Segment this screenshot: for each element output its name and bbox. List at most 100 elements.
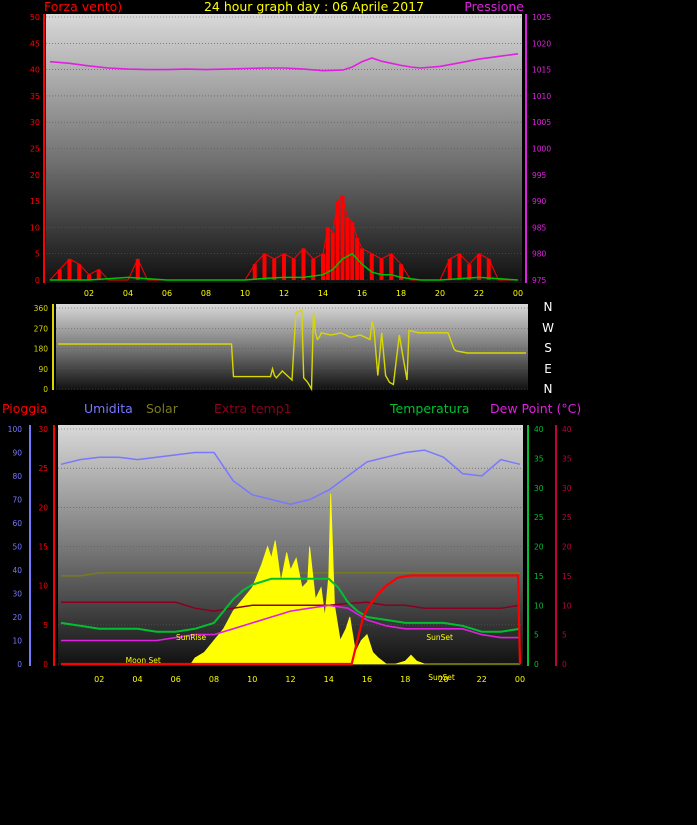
wind-gust-bar [345, 216, 350, 280]
humidity-tick-label: 30 [12, 590, 22, 599]
dewpoint-tick-label: 25 [562, 513, 572, 522]
dewpoint-tick-label: 0 [562, 660, 567, 669]
wind-x-tick-label: 12 [279, 289, 289, 298]
dewpoint-tick-label: 5 [562, 631, 567, 640]
wind-gust-bar [350, 222, 355, 280]
wind-x-tick-label: 06 [162, 289, 172, 298]
wind-gust-bar [330, 232, 335, 280]
direction-tick-label: 180 [34, 345, 49, 354]
pressure-tick-label: 1015 [532, 66, 551, 75]
wind-x-tick-label: 10 [240, 289, 250, 298]
detail-x-tick-label: 06 [171, 675, 181, 684]
compass-label: E [544, 362, 552, 376]
legend-entry: Pioggia [2, 401, 47, 416]
temperature-tick-label: 15 [534, 572, 544, 581]
detail-x-tick-label: 14 [324, 675, 334, 684]
detail-x-tick-label: 16 [362, 675, 372, 684]
wind-tick-label: 45 [30, 39, 40, 48]
pressure-tick-label: 1025 [532, 13, 551, 22]
humidity-tick-label: 50 [12, 543, 22, 552]
rain-tick-label: 10 [38, 582, 48, 591]
wind-gust-bar [67, 258, 72, 280]
rain-tick-label: 5 [43, 621, 48, 630]
legend-entry: Dew Point (°C) [490, 401, 581, 416]
wind-gust-bar [340, 195, 345, 280]
weather-graphs: 0510152025303540455097598098599099510001… [2, 0, 581, 684]
legend-entry: Umidita [84, 401, 133, 416]
humidity-tick-label: 100 [8, 425, 23, 434]
wind-tick-label: 20 [30, 171, 40, 180]
chart-title: 24 hour graph day : 06 Aprile 2017 [204, 0, 424, 14]
temperature-tick-label: 10 [534, 601, 544, 610]
pressure-tick-label: 995 [532, 171, 547, 180]
pressure-tick-label: 985 [532, 223, 547, 232]
wind-gust-bar [321, 253, 325, 280]
humidity-tick-label: 60 [12, 519, 22, 528]
rain-tick-label: 25 [38, 464, 48, 473]
pressure-tick-label: 980 [532, 250, 547, 259]
compass-label: W [542, 321, 554, 335]
wind-tick-label: 30 [30, 118, 40, 127]
legend-entry: Extra temp1 [214, 401, 292, 416]
rain-tick-label: 0 [43, 660, 48, 669]
direction-tick-label: 90 [38, 365, 48, 374]
temperature-tick-label: 30 [534, 484, 544, 493]
humidity-tick-label: 90 [12, 449, 22, 458]
wind-x-tick-label: 02 [84, 289, 94, 298]
wind-gust-bar [282, 253, 286, 280]
wind-gust-bar [262, 253, 267, 280]
wind-gust-bar [477, 253, 481, 280]
detail-x-tick-label: 08 [209, 675, 219, 684]
wind-axis-title: Forza vento) [44, 0, 122, 14]
rain-tick-label: 20 [38, 503, 48, 512]
humidity-tick-label: 20 [12, 613, 22, 622]
dewpoint-tick-label: 10 [562, 601, 572, 610]
wind-tick-label: 15 [30, 197, 40, 206]
detail-x-tick-label: 00 [515, 675, 525, 684]
wind-x-tick-label: 14 [318, 289, 328, 298]
wind-gust-bar [457, 253, 462, 280]
wind-x-tick-label: 22 [474, 289, 484, 298]
detail-x-tick-label: 12 [285, 675, 295, 684]
compass-label: N [544, 382, 553, 396]
legend-entry: Temperatura [389, 401, 469, 416]
temperature-tick-label: 5 [534, 631, 539, 640]
wind-tick-label: 0 [35, 276, 40, 285]
wind-x-tick-label: 16 [357, 289, 367, 298]
compass-label: S [544, 341, 552, 355]
pressure-tick-label: 990 [532, 197, 547, 206]
dewpoint-tick-label: 40 [562, 425, 572, 434]
detail-x-tick-label: 22 [477, 675, 487, 684]
wind-gust-bar [301, 248, 306, 280]
dewpoint-tick-label: 35 [562, 454, 572, 463]
wind-gust-bar [389, 253, 394, 280]
temperature-tick-label: 35 [534, 454, 544, 463]
wind-gust-bar [369, 253, 374, 280]
wind-x-tick-label: 04 [123, 289, 133, 298]
detail-x-tick-label: 04 [132, 675, 142, 684]
humidity-tick-label: 0 [17, 660, 22, 669]
humidity-tick-label: 10 [12, 637, 22, 646]
temperature-tick-label: 40 [534, 425, 544, 434]
pressure-tick-label: 1005 [532, 118, 551, 127]
detail-x-tick-label: 02 [94, 675, 104, 684]
humidity-tick-label: 70 [12, 496, 22, 505]
wind-tick-label: 35 [30, 92, 40, 101]
sunrise-annotation: SunRise [176, 633, 206, 642]
rain-tick-label: 15 [38, 543, 48, 552]
wind-x-tick-label: 00 [513, 289, 523, 298]
wind-tick-label: 10 [30, 223, 40, 232]
moonset-annotation: Moon Set [126, 656, 161, 665]
wind-x-tick-label: 08 [201, 289, 211, 298]
pressure-tick-label: 1000 [532, 145, 551, 154]
direction-tick-label: 0 [43, 385, 48, 394]
pressure-axis-title: Pressione [464, 0, 524, 14]
wind-gust-bar [379, 258, 384, 280]
detail-x-tick-label: 18 [400, 675, 410, 684]
dewpoint-tick-label: 20 [562, 543, 572, 552]
compass-label: N [544, 300, 553, 314]
wind-x-tick-label: 20 [435, 289, 445, 298]
dewpoint-tick-label: 30 [562, 484, 572, 493]
wind-x-tick-label: 18 [396, 289, 406, 298]
pressure-tick-label: 1010 [532, 92, 551, 101]
